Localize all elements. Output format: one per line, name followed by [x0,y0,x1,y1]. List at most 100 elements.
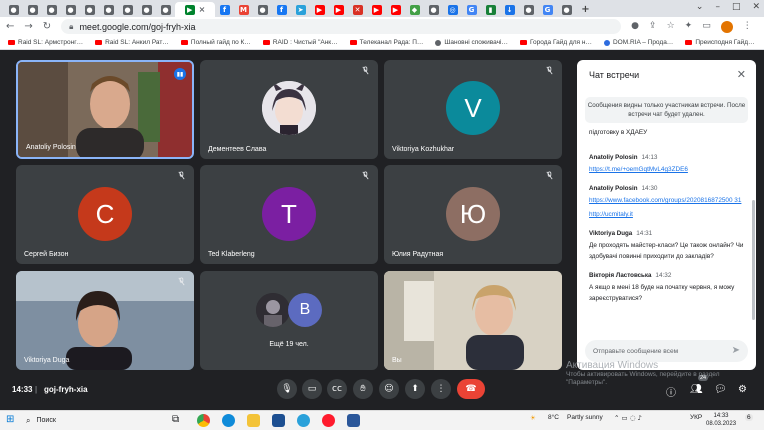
reload-icon[interactable]: ↻ [43,21,51,32]
telegram-icon[interactable] [297,414,310,427]
taskbar-search[interactable]: ⌕ Поиск [22,413,162,428]
message-link[interactable]: http://ucmitaly.it [589,209,751,220]
edge-icon[interactable] [222,414,235,427]
tab[interactable]: G [538,2,557,17]
weather-temp[interactable]: 8°C [548,414,559,421]
camera-button[interactable]: ▭ [302,379,322,399]
tab[interactable]: ● [118,2,137,17]
file-explorer-icon[interactable] [247,414,260,427]
participant-tile[interactable]: С Сергей Бизон [16,165,194,264]
menu-icon[interactable]: ⋮ [743,21,752,33]
word-icon[interactable] [347,414,360,427]
send-icon[interactable]: ➤ [732,345,740,356]
tab[interactable]: f [215,2,234,17]
back-icon[interactable]: ← [6,21,14,32]
camera-indicator-icon[interactable]: ● [631,21,639,33]
more-participants-tile[interactable]: B Ещё 19 чел. [200,271,378,370]
tab[interactable]: ▶ [367,2,386,17]
participant-tile[interactable]: Ю Юлия Радутная [384,165,562,264]
present-button[interactable]: ⬆ [405,379,425,399]
tab[interactable]: ◆ [405,2,424,17]
participant-tile[interactable]: Дементеев Слава [200,60,378,159]
bookmark-item[interactable]: Raid SL: Анкил Рат… [95,39,169,46]
tab-active[interactable]: ▶ × [175,2,215,17]
bookmark-item[interactable]: Телеканал Рада: П… [349,39,423,46]
participant-tile[interactable]: T Ted Klaberleng [200,165,378,264]
tab[interactable]: M [234,2,253,17]
windows-start-icon[interactable]: ⊞ [6,414,14,425]
youtube-icon [8,40,15,45]
extensions-icon[interactable]: ✦ [685,21,693,33]
system-clock[interactable]: 14:33 08.03.2023 [706,412,736,428]
share-icon[interactable]: ⇪ [649,21,657,33]
tab[interactable]: ● [61,2,80,17]
opera-icon[interactable] [322,414,335,427]
emoji-button[interactable]: ☺ [379,379,399,399]
bookmark-item[interactable]: Шановні споживачі… [435,39,508,46]
tab[interactable]: ◎ [443,2,462,17]
tab[interactable]: ▶ [386,2,405,17]
task-view-icon[interactable]: ⧉ [172,414,185,427]
close-icon[interactable]: ✕ [737,68,746,81]
tab-favicon-icon: ● [8,4,19,15]
tray-icons[interactable]: ⌃ ▭ ◌ ♪ [614,414,642,422]
bookmark-item[interactable]: RAID : Чистый "Анк… [262,39,338,46]
forward-icon[interactable]: → [24,21,32,32]
tab[interactable]: ● [23,2,42,17]
message-link[interactable]: https://www.facebook.com/groups/20208168… [589,195,751,206]
tab[interactable]: f [272,2,291,17]
chat-input[interactable]: Отправьте сообщение всем ➤ [585,340,748,362]
tab[interactable]: ● [519,2,538,17]
tab[interactable]: ● [4,2,23,17]
bookmark-item[interactable]: Преисподня Гайд… [685,39,755,46]
tab[interactable]: ● [424,2,443,17]
bookmark-item[interactable]: Города Гайд для н… [519,39,592,46]
minimize-icon[interactable]: – [715,2,720,12]
mic-button[interactable]: 🎙︎ [277,379,297,399]
youtube-icon [519,40,527,45]
tab-close-icon[interactable]: × [199,5,206,14]
self-tile[interactable]: Вы [384,271,562,370]
language-indicator[interactable]: УКР [690,414,702,421]
chat-scrollbar[interactable] [752,200,755,320]
weather-text[interactable]: Partly sunny [567,414,603,421]
sidepanel-icon[interactable]: ▭ [702,21,711,33]
more-options-button[interactable]: ⋮ [431,379,451,399]
participant-tile[interactable]: Viktoriya Duga [16,271,194,370]
tab[interactable]: ✕ [348,2,367,17]
activities-icon[interactable]: ⚙ [738,384,747,395]
leave-call-button[interactable]: ☎ [457,379,485,399]
tab[interactable]: ↓ [500,2,519,17]
bookmark-item[interactable]: Raid SL: Армстронг… [8,39,83,46]
tab[interactable]: ➤ [291,2,310,17]
avatar[interactable] [720,20,733,33]
maximize-icon[interactable]: □ [732,2,741,12]
telegram-icon: ➤ [295,4,306,15]
captions-button[interactable]: cc [327,379,347,399]
tab[interactable]: ▮ [481,2,500,17]
tab[interactable]: ● [557,2,576,17]
tab[interactable]: ● [253,2,272,17]
tab[interactable]: G [462,2,481,17]
tab[interactable]: ▶ [310,2,329,17]
participant-tile[interactable]: V Viktoriya Kozhukhar [384,60,562,159]
tab[interactable]: ● [80,2,99,17]
raise-hand-button[interactable]: ✋︎ [353,379,373,399]
tab[interactable]: ● [137,2,156,17]
star-icon[interactable]: ☆ [667,21,675,33]
notifications-badge[interactable]: 6 [745,414,753,421]
tab[interactable]: ▶ [329,2,348,17]
new-tab-button[interactable]: + [576,2,595,17]
close-icon[interactable]: ✕ [752,2,760,12]
chevron-down-icon[interactable]: ⌄ [696,2,704,12]
message-link[interactable]: https://t.me/+oemGqtMvL4g3ZDE6 [589,164,751,175]
store-icon[interactable] [272,414,285,427]
chrome-icon[interactable] [197,414,210,427]
tab[interactable]: ● [42,2,61,17]
participant-tile[interactable]: ▮▮ Anatoliy Polosin [16,60,194,159]
url-bar[interactable]: 🔒︎ meet.google.com/goj-fryh-xia [61,19,622,34]
tab[interactable]: ● [99,2,118,17]
bookmark-item[interactable]: Полный гайд по К… [180,39,251,46]
tab[interactable]: ● [156,2,175,17]
bookmark-item[interactable]: DOM.RIA – Прода… [603,39,673,46]
